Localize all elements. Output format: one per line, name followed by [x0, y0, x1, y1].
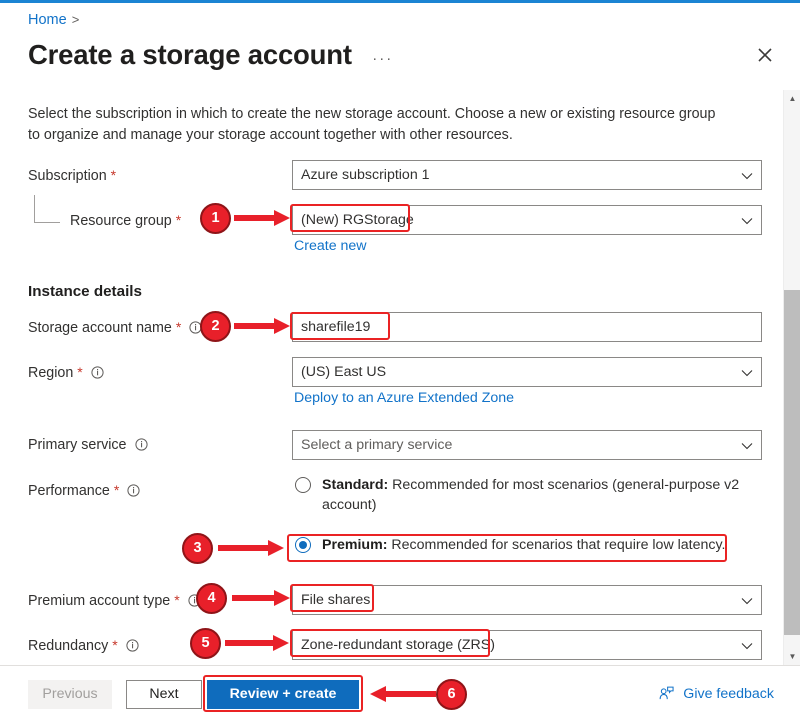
chevron-down-icon [741, 218, 753, 225]
blade-footer: Previous Next Review + create Give feedb… [0, 665, 800, 720]
performance-label: Performance * [28, 480, 140, 503]
deploy-extended-zone-link[interactable]: Deploy to an Azure Extended Zone [294, 390, 514, 406]
tree-connector [34, 195, 60, 223]
next-button[interactable]: Next [126, 680, 202, 709]
close-icon[interactable] [750, 40, 780, 70]
top-accent-bar [0, 0, 800, 3]
title-row: Create a storage account ··· [28, 36, 772, 76]
premium-account-type-label: Premium account type * [28, 590, 201, 613]
page-title: Create a storage account [28, 39, 352, 70]
redundancy-label: Redundancy * [28, 635, 139, 658]
more-options-icon[interactable]: ··· [372, 50, 393, 68]
info-icon[interactable] [126, 638, 139, 658]
info-icon[interactable] [189, 320, 202, 340]
resource-group-label: Resource group * [70, 212, 182, 229]
redundancy-field[interactable]: Zone-redundant storage (ZRS) [292, 630, 762, 660]
performance-standard-text: Standard: Recommended for most scenarios… [322, 477, 740, 513]
primary-service-dropdown[interactable]: Select a primary service [292, 430, 762, 460]
breadcrumb: Home > [28, 12, 79, 28]
performance-premium-option[interactable]: Premium: Recommended for scenarios that … [295, 535, 765, 555]
breadcrumb-home[interactable]: Home [28, 12, 67, 28]
subscription-dropdown[interactable]: Azure subscription 1 [292, 160, 762, 190]
previous-button: Previous [28, 680, 112, 709]
performance-standard-option[interactable]: Standard: Recommended for most scenarios… [295, 475, 765, 515]
review-create-button[interactable]: Review + create [207, 680, 359, 709]
storage-account-name-label: Storage account name * [28, 317, 202, 340]
info-icon[interactable] [91, 365, 104, 385]
chevron-down-icon [741, 443, 753, 450]
create-new-resource-group-link[interactable]: Create new [294, 238, 367, 254]
radio-standard[interactable] [295, 477, 311, 493]
storage-account-name-field[interactable]: sharefile19 [292, 312, 762, 342]
resource-group-dropdown[interactable]: (New) RGStorage [292, 205, 762, 235]
feedback-icon [659, 686, 674, 700]
info-icon[interactable] [134, 437, 148, 457]
region-label: Region * [28, 362, 104, 385]
chevron-down-icon [741, 643, 753, 650]
scrollbar-thumb[interactable] [784, 290, 800, 635]
section-header-instance-details: Instance details [28, 283, 142, 300]
performance-premium-text: Premium: Recommended for scenarios that … [322, 537, 726, 553]
scroll-down-icon[interactable]: ▼ [784, 648, 800, 665]
give-feedback-link[interactable]: Give feedback [659, 686, 774, 702]
breadcrumb-separator: > [71, 12, 80, 27]
azure-create-storage-account-blade: Home > Create a storage account ··· Selec… [0, 0, 800, 720]
vertical-scrollbar[interactable]: ▲ ▼ [783, 90, 800, 665]
region-dropdown[interactable]: (US) East US [292, 357, 762, 387]
blade-description: Select the subscription in which to crea… [28, 106, 716, 143]
primary-service-label: Primary service [28, 435, 148, 457]
subscription-label: Subscription * [28, 167, 117, 184]
scroll-up-icon[interactable]: ▲ [784, 90, 800, 107]
premium-account-type-field[interactable]: File shares [292, 585, 762, 615]
chevron-down-icon [741, 173, 753, 180]
chevron-down-icon [741, 370, 753, 377]
info-icon[interactable] [127, 483, 140, 503]
form-content: Select the subscription in which to crea… [0, 90, 800, 665]
chevron-down-icon [741, 598, 753, 605]
info-icon[interactable] [188, 593, 201, 613]
radio-premium[interactable] [295, 537, 311, 553]
